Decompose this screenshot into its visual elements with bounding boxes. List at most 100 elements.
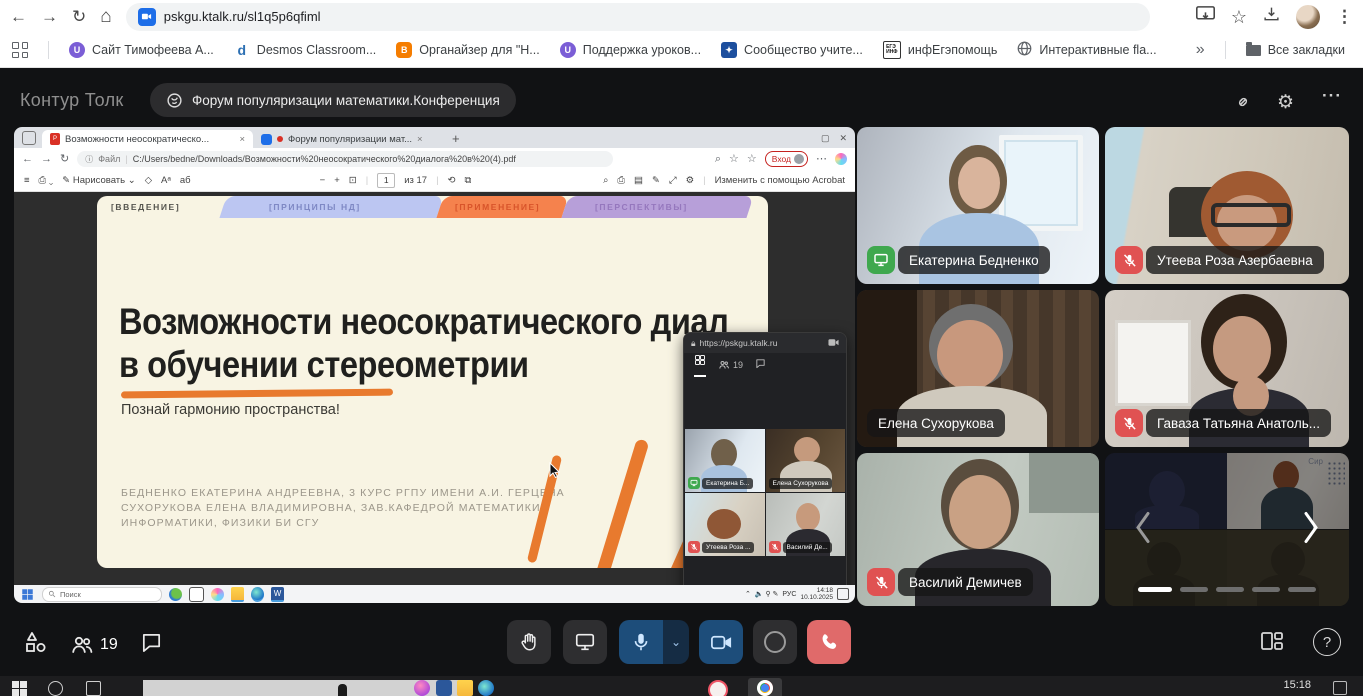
- participant-tile[interactable]: Екатерина Бедненко: [857, 127, 1099, 284]
- tray-chevron-icon[interactable]: ⌃: [745, 590, 751, 598]
- pip-participants-tab[interactable]: 19: [718, 359, 743, 371]
- pip-window[interactable]: 🔒︎ https://pskgu.ktalk.ru 19: [683, 332, 847, 603]
- pip-chat-tab[interactable]: [755, 356, 766, 374]
- home-icon[interactable]: ⌂: [100, 7, 111, 26]
- pdf-draw-button[interactable]: ✎ Нарисовать ⌄: [62, 175, 135, 186]
- record-button[interactable]: [753, 620, 797, 664]
- tab-workspace-icon[interactable]: [22, 131, 36, 145]
- edge-tab-conference[interactable]: Форум популяризации мат... ×: [253, 130, 444, 148]
- address-bar[interactable]: pskgu.ktalk.ru/sl1q5p6qfiml: [126, 3, 1150, 31]
- raise-hand-button[interactable]: [507, 620, 551, 664]
- bookmark-item[interactable]: ЕГЭИНФинфЕгэпомощь: [883, 41, 998, 59]
- bookmark-item[interactable]: dDesmos Classroom...: [234, 42, 376, 58]
- taskbar-search-field[interactable]: Поиск: [42, 587, 162, 602]
- bookmark-item[interactable]: ✦Сообщество учите...: [721, 42, 863, 58]
- explorer-icon[interactable]: [231, 587, 244, 602]
- start-icon[interactable]: [22, 589, 33, 600]
- chat-button[interactable]: [140, 631, 163, 659]
- copilot-taskbar-icon[interactable]: [211, 588, 224, 601]
- pdf-search-icon[interactable]: ⌕: [603, 175, 608, 186]
- share-screen-button[interactable]: [563, 620, 607, 664]
- zoom-out-icon[interactable]: −: [320, 175, 326, 186]
- pdf-text-icon[interactable]: Aᵃ: [161, 175, 171, 186]
- hangup-button[interactable]: [807, 620, 851, 664]
- weather-icon[interactable]: [169, 588, 182, 601]
- carousel-pagination[interactable]: [1105, 587, 1349, 592]
- os-clock[interactable]: 15:18: [1283, 679, 1311, 691]
- edge-url-field[interactable]: ⓘ Файл | C:/Users/bedne/Downloads/Возмож…: [77, 151, 613, 167]
- profile-avatar[interactable]: [1296, 5, 1320, 29]
- os-tray-icon[interactable]: [1333, 681, 1347, 695]
- help-button[interactable]: ?: [1313, 628, 1341, 656]
- taskbar-clock[interactable]: 14:18 10.10.2025: [800, 587, 833, 601]
- os-folder-icon[interactable]: [457, 680, 473, 696]
- carousel-prev-icon[interactable]: [1133, 510, 1153, 549]
- bookmark-item[interactable]: Интерактивные fla...: [1017, 41, 1156, 59]
- copy-link-icon[interactable]: [1233, 92, 1253, 117]
- edge-forward-icon[interactable]: →: [41, 154, 52, 165]
- carousel-dot[interactable]: [1180, 587, 1208, 592]
- carousel-dot[interactable]: [1216, 587, 1244, 592]
- copilot-icon[interactable]: [835, 153, 847, 165]
- os-search-icon[interactable]: [48, 681, 63, 696]
- pdf-expand-icon[interactable]: ⤢: [669, 175, 677, 186]
- mic-button[interactable]: [619, 620, 663, 664]
- new-tab-icon[interactable]: +: [452, 131, 460, 146]
- camera-button[interactable]: [699, 620, 743, 664]
- os-app-icon[interactable]: [708, 680, 728, 696]
- carousel-dot-active[interactable]: [1138, 587, 1172, 592]
- zoom-in-icon[interactable]: +: [334, 175, 340, 186]
- window-close-icon[interactable]: ✕: [839, 133, 847, 144]
- participant-tile[interactable]: Утеева Роза Азербаевна: [1105, 127, 1349, 284]
- carousel-dot[interactable]: [1252, 587, 1280, 592]
- notifications-icon[interactable]: [837, 588, 849, 600]
- apps-grid-icon[interactable]: [12, 42, 28, 58]
- favorite-star-icon[interactable]: ☆: [729, 154, 739, 165]
- settings-gear-icon[interactable]: ⚙: [1277, 91, 1294, 114]
- pip-grid-tab-icon[interactable]: [694, 353, 706, 377]
- os-edge-icon[interactable]: [478, 680, 494, 696]
- os-taskview-icon[interactable]: [86, 681, 101, 696]
- login-pill[interactable]: Вход: [765, 151, 808, 167]
- page-number-field[interactable]: 1: [377, 173, 395, 188]
- participant-tile[interactable]: Василий Демичев: [857, 453, 1099, 606]
- edge-tab-pdf[interactable]: P Возможности неосократическо... ×: [42, 130, 253, 148]
- downloads-icon[interactable]: [1263, 6, 1280, 27]
- browser-menu-icon[interactable]: ⋮: [1336, 8, 1353, 25]
- more-options-icon[interactable]: ···: [1322, 86, 1342, 106]
- tab-close-icon[interactable]: ×: [417, 134, 423, 145]
- back-icon[interactable]: ←: [10, 8, 27, 25]
- all-bookmarks-button[interactable]: Все закладки: [1246, 43, 1345, 57]
- bookmark-star-icon[interactable]: ☆: [1231, 8, 1247, 26]
- participants-button[interactable]: 19: [70, 633, 118, 657]
- pdf-saveas-icon[interactable]: ✎: [652, 175, 660, 186]
- shared-screen-panel[interactable]: P Возможности неосократическо... × Форум…: [14, 127, 855, 603]
- edge-back-icon[interactable]: ←: [22, 154, 33, 165]
- page-info-icon[interactable]: ⓘ: [85, 154, 93, 165]
- pdf-print-select-icon[interactable]: ⎙ ⌄: [39, 175, 54, 186]
- pdf-save-icon[interactable]: ▤: [634, 175, 643, 186]
- bookmark-item[interactable]: BОрганайзер для "Н...: [396, 42, 539, 58]
- bookmark-item[interactable]: UСайт Тимофеева А...: [69, 42, 214, 58]
- pdf-print-icon[interactable]: ⎙: [617, 175, 625, 186]
- pdf-readaloud-icon[interactable]: аб: [180, 175, 191, 186]
- bookmark-item[interactable]: UПоддержка уроков...: [560, 42, 701, 58]
- whiteboard-shapes-icon[interactable]: [24, 630, 48, 659]
- keyboard-language[interactable]: РУС: [782, 591, 796, 598]
- pdf-menu-icon[interactable]: ≡: [24, 175, 30, 186]
- carousel-next-icon[interactable]: [1301, 510, 1321, 549]
- participant-tile[interactable]: Елена Сухорукова: [857, 290, 1099, 447]
- room-title-pill[interactable]: Форум популяризации математики.Конференц…: [150, 83, 516, 117]
- mic-options-chevron-icon[interactable]: ⌄: [663, 620, 689, 664]
- carousel-dot[interactable]: [1288, 587, 1316, 592]
- participant-tile[interactable]: Гаваза Татьяна Анатоль...: [1105, 290, 1349, 447]
- cast-icon[interactable]: [1196, 6, 1215, 27]
- os-app-icon[interactable]: [414, 680, 430, 696]
- layout-button[interactable]: [1260, 630, 1284, 657]
- acrobat-button[interactable]: Изменить с помощью Acrobat: [715, 175, 845, 186]
- carousel-tile[interactable]: Сир: [1105, 453, 1349, 606]
- bookmarks-overflow[interactable]: »: [1196, 41, 1205, 59]
- window-restore-icon[interactable]: ▢: [821, 133, 830, 144]
- edge-icon[interactable]: [251, 587, 264, 602]
- forward-icon[interactable]: →: [41, 8, 58, 25]
